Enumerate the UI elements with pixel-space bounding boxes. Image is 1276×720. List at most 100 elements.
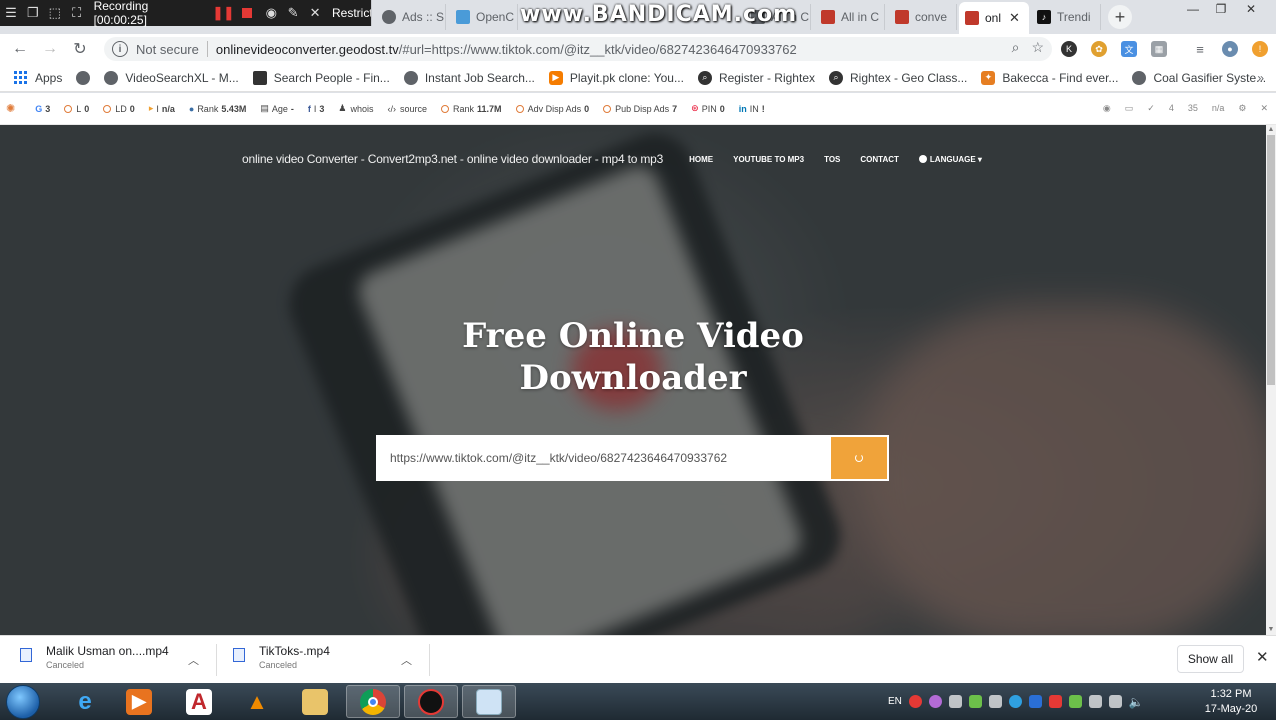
- close-tab-icon[interactable]: ✕: [1009, 10, 1020, 26]
- pause-icon[interactable]: ❚❚: [212, 2, 235, 24]
- seo-alexa-rank[interactable]: ● Rank 5.43M: [189, 104, 246, 114]
- reload-button[interactable]: ↻: [65, 34, 95, 64]
- extension-translate-icon[interactable]: 文: [1121, 41, 1137, 57]
- forward-button[interactable]: →: [35, 34, 65, 64]
- close-recorder-icon[interactable]: ✕: [304, 2, 326, 24]
- tab-ads[interactable]: Ads :: S: [376, 4, 446, 30]
- taskbar-vlc[interactable]: ▲: [230, 685, 284, 718]
- antivirus-tray-icon[interactable]: [1048, 695, 1062, 708]
- taskbar-window[interactable]: [462, 685, 516, 718]
- camera-icon[interactable]: ◉: [260, 2, 282, 24]
- nav-tos[interactable]: TOS: [824, 155, 840, 164]
- record-tray-icon[interactable]: [908, 695, 922, 708]
- bookmark-globe[interactable]: [76, 70, 91, 85]
- show-all-button[interactable]: Show all: [1177, 645, 1244, 673]
- seo-age[interactable]: ▤ Age -: [260, 103, 294, 114]
- volume-icon[interactable]: 🔈: [1129, 695, 1144, 709]
- doc-icon[interactable]: ▭: [1125, 103, 1134, 114]
- seo-semrush-rank[interactable]: Rank 11.7M: [441, 104, 502, 114]
- bookmark-star-icon[interactable]: ☆: [1031, 39, 1044, 56]
- video-url-input[interactable]: [376, 435, 831, 481]
- battery-tray-icon[interactable]: [1088, 695, 1102, 708]
- close-window-icon[interactable]: ✕: [1238, 0, 1264, 18]
- language-indicator[interactable]: EN: [888, 696, 902, 707]
- seo-pub-disp-ads[interactable]: Pub Disp Ads 7: [603, 104, 677, 114]
- chevron-up-icon[interactable]: ︿: [188, 652, 199, 668]
- close-seo-icon[interactable]: ✕: [1260, 103, 1268, 114]
- external-links-count[interactable]: 4: [1169, 103, 1174, 114]
- tab-onl-active[interactable]: onl ✕: [959, 2, 1029, 34]
- bookmark-rightex-geo[interactable]: ⌕ Rightex - Geo Class...: [829, 70, 967, 85]
- chevron-up-icon[interactable]: ︿: [401, 652, 412, 668]
- taskbar-clock[interactable]: 1:32 PM 17-May-20: [1196, 687, 1266, 717]
- seo-bing-index[interactable]: ▸ In/a: [149, 103, 175, 114]
- info-icon[interactable]: i: [112, 41, 128, 57]
- update-alert-icon[interactable]: !: [1252, 41, 1268, 57]
- check-icon[interactable]: ✓: [1147, 103, 1155, 114]
- taskbar-acrobat[interactable]: A: [172, 685, 226, 718]
- new-tab-button[interactable]: +: [1108, 5, 1132, 29]
- region-icon[interactable]: ⬚: [44, 2, 66, 24]
- info-icon[interactable]: ◉: [1103, 103, 1111, 114]
- stop-icon[interactable]: [242, 8, 253, 18]
- flag-tray-icon[interactable]: [988, 695, 1002, 708]
- reading-list-icon[interactable]: ≡: [1192, 41, 1208, 57]
- seo-whois[interactable]: ♟ whois: [338, 103, 373, 114]
- seoquake-logo-icon[interactable]: ✺: [6, 102, 15, 115]
- fullscreen-icon[interactable]: ⛶: [66, 2, 88, 24]
- back-button[interactable]: ←: [5, 34, 35, 64]
- seo-links[interactable]: L0: [64, 104, 89, 114]
- seo-adv-disp-ads[interactable]: Adv Disp Ads 0: [515, 104, 589, 114]
- menu-icon[interactable]: ☰: [0, 2, 22, 24]
- site-brand[interactable]: online video Converter - Convert2mp3.net…: [242, 152, 663, 166]
- bookmark-videosearchxl[interactable]: VideoSearchXL - M...: [104, 70, 239, 85]
- seo-google-index[interactable]: G3: [35, 104, 50, 114]
- minimize-icon[interactable]: —: [1180, 0, 1206, 18]
- seo-facebook[interactable]: fI3: [308, 104, 325, 114]
- seo-pinterest[interactable]: ⊛ PIN 0: [691, 103, 725, 114]
- pencil-icon[interactable]: ✎: [282, 2, 304, 24]
- extension-grid-icon[interactable]: ▦: [1151, 41, 1167, 57]
- tab-all-in-2[interactable]: All in C: [815, 4, 885, 30]
- download-item[interactable]: TikToks-.mp4 Canceled ︿: [233, 644, 423, 670]
- window-icon[interactable]: ❐: [22, 2, 44, 24]
- seo-source[interactable]: ‹/› source: [388, 104, 428, 114]
- app-tray-icon[interactable]: [928, 695, 942, 708]
- bookmark-register-rightex[interactable]: ⌕ Register - Rightex: [697, 70, 815, 85]
- scroll-up-icon[interactable]: ▲: [1266, 125, 1276, 135]
- restore-icon[interactable]: ❐: [1208, 0, 1234, 18]
- zoom-icon[interactable]: ⌕: [1012, 39, 1020, 56]
- taskbar-explorer[interactable]: [288, 685, 342, 718]
- bookmark-search-people[interactable]: Search People - Fin...: [252, 70, 390, 85]
- convert-button[interactable]: [831, 437, 887, 479]
- bluetooth-tray-icon[interactable]: [1028, 695, 1042, 708]
- settings-icon[interactable]: ⚙: [1238, 103, 1246, 114]
- taskbar-media[interactable]: ▶: [112, 685, 166, 718]
- bookmark-apps[interactable]: Apps: [14, 71, 62, 85]
- taskbar-chrome[interactable]: [346, 685, 400, 718]
- scroll-down-icon[interactable]: ▼: [1266, 625, 1276, 635]
- sync-tray-icon[interactable]: [1008, 695, 1022, 708]
- extension-k-icon[interactable]: K: [1061, 41, 1077, 57]
- nav-home[interactable]: HOME: [689, 155, 713, 164]
- bookmark-instant-job[interactable]: Instant Job Search...: [403, 70, 535, 85]
- nav-contact[interactable]: CONTACT: [860, 155, 899, 164]
- close-shelf-icon[interactable]: ✕: [1256, 648, 1269, 666]
- profile-avatar[interactable]: ●: [1222, 41, 1238, 57]
- printer-tray-icon[interactable]: [948, 695, 962, 708]
- taskbar-ie[interactable]: e: [58, 685, 112, 718]
- download-item[interactable]: Malik Usman on....mp4 Canceled ︿: [20, 644, 210, 670]
- internal-links-count[interactable]: 35: [1188, 103, 1198, 114]
- page-scrollbar[interactable]: ▲ ▼: [1266, 125, 1276, 635]
- tab-restrict[interactable]: Restrict: [326, 0, 372, 26]
- bookmark-playit[interactable]: ▶ Playit.pk clone: You...: [548, 70, 684, 85]
- tab-conve[interactable]: conve: [889, 4, 957, 30]
- nav-language[interactable]: LANGUAGE ▾: [918, 154, 982, 164]
- more-bookmarks-icon[interactable]: »: [1257, 71, 1264, 85]
- bookmark-bakecca[interactable]: ✦ Bakecca - Find ever...: [981, 70, 1118, 85]
- check-tray-icon[interactable]: [968, 695, 982, 708]
- bookmark-coal-gasifier[interactable]: Coal Gasifier Syste...: [1132, 70, 1266, 85]
- seo-linking-domains[interactable]: LD 0: [103, 104, 135, 114]
- shield-tray-icon[interactable]: [1068, 695, 1082, 708]
- start-button[interactable]: [6, 685, 40, 719]
